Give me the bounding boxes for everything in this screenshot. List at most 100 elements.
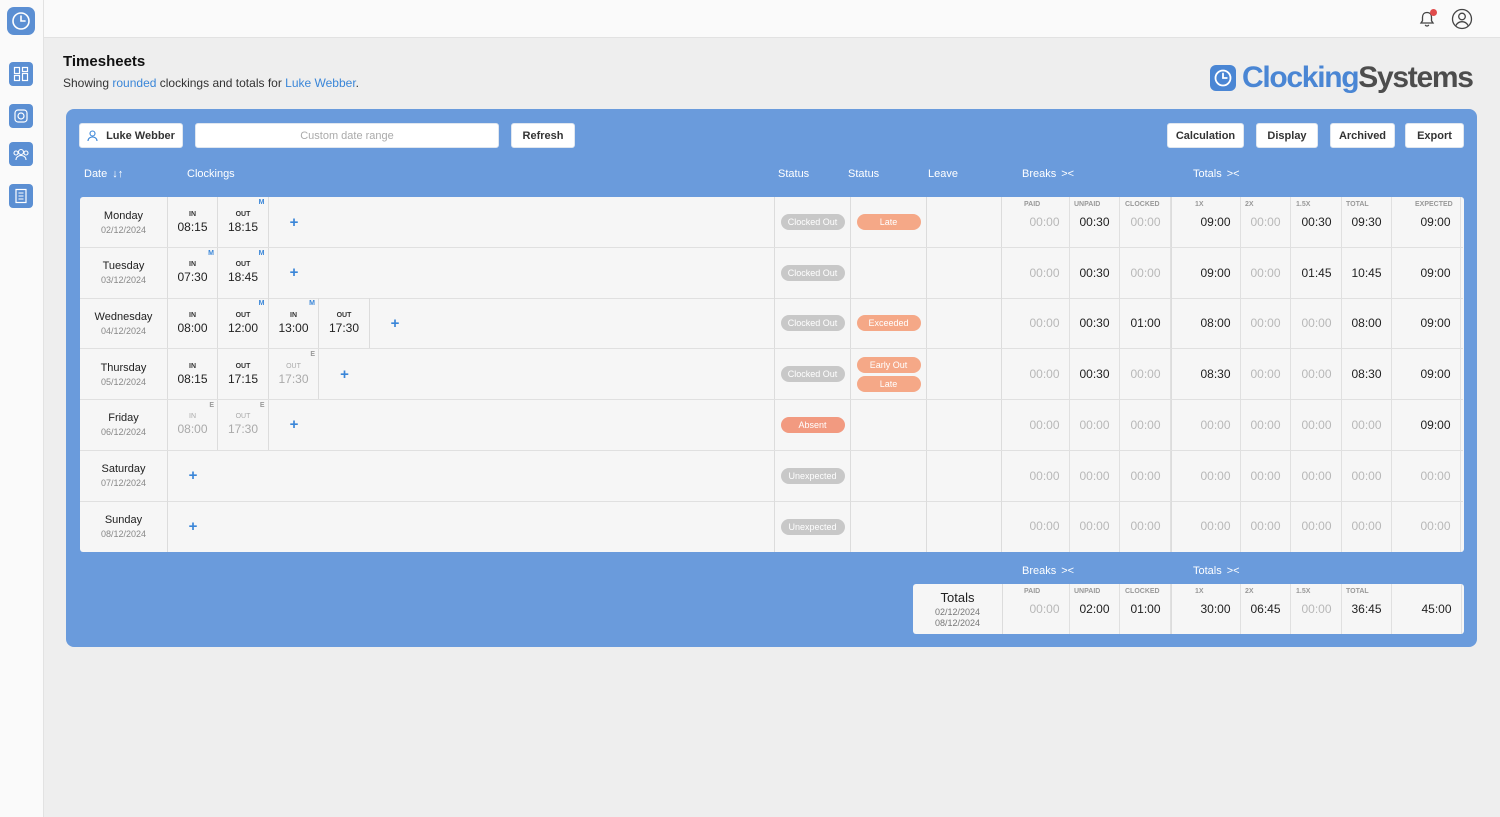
- date-column-header[interactable]: Date ↓↑: [84, 168, 123, 180]
- clocking-label: OUT: [235, 362, 251, 370]
- calculation-button[interactable]: Calculation: [1167, 123, 1244, 148]
- brand-name: ClockingSystems: [1242, 61, 1474, 95]
- clocking-label: OUT: [235, 413, 251, 421]
- display-button[interactable]: Display: [1256, 123, 1318, 148]
- timesheet-row: Friday 06/12/2024 IN 08:00 E OUT 17:30 E + Absent…: [80, 399, 1463, 451]
- leave-column-header: Leave: [928, 168, 958, 180]
- total-cell-value: 00:00: [1301, 519, 1332, 534]
- clocking-out-cell[interactable]: OUT 18:15 M: [219, 197, 269, 247]
- refresh-button[interactable]: Refresh: [511, 123, 575, 148]
- total-cell: 08:30: [1191, 349, 1241, 400]
- break-cell-value: 00:00: [1130, 367, 1161, 382]
- add-clocking-button[interactable]: +: [185, 451, 201, 501]
- clocking-in-cell[interactable]: IN 08:15: [168, 197, 218, 247]
- collapse-totals-icon[interactable]: ><: [1227, 168, 1240, 180]
- users-icon[interactable]: [9, 142, 33, 166]
- add-clocking-button[interactable]: +: [286, 248, 302, 298]
- total-cell: 00:00: [1241, 247, 1291, 298]
- notification-dot: [1430, 9, 1437, 16]
- total-cell: 08:00: [1191, 298, 1241, 349]
- break-cell-value: 00:00: [1130, 519, 1161, 534]
- top-bar: [44, 0, 1500, 38]
- status-cell: Clocked Out: [775, 349, 850, 399]
- summary-expected-cell: 45:00: [1412, 584, 1462, 634]
- day-cell: Monday 02/12/2024: [80, 197, 168, 247]
- break-cell-value: 00:30: [1079, 265, 1110, 280]
- bell-icon[interactable]: [1416, 8, 1438, 30]
- total-cell: 00:00: [1191, 501, 1241, 552]
- column-divider: [1171, 349, 1172, 400]
- collapse-breaks-icon[interactable]: ><: [1061, 168, 1074, 180]
- rounded-link[interactable]: rounded: [112, 76, 156, 90]
- clocking-out-cell[interactable]: OUT 12:00 M: [219, 298, 269, 349]
- clocking-flag: M: [258, 249, 265, 257]
- total-cell: 00:00: [1292, 399, 1342, 450]
- employee-selector[interactable]: Luke Webber: [79, 123, 183, 148]
- day-date: 08/12/2024: [100, 529, 147, 540]
- column-divider: [1001, 349, 1002, 400]
- clocking-in-cell[interactable]: IN 07:30 M: [168, 247, 218, 298]
- break-cell: 00:00: [1121, 450, 1171, 501]
- timesheet-row: Wednesday 04/12/2024 IN 08:00 OUT 12:00 M IN 13:…: [80, 298, 1463, 350]
- add-clocking-button[interactable]: +: [337, 349, 353, 399]
- clocking-out-cell[interactable]: OUT 17:30 E: [219, 399, 269, 450]
- break-cell-label: CLOCKED: [1125, 201, 1160, 208]
- clocking-in-cell[interactable]: IN 13:00 M: [269, 298, 319, 349]
- employee-link[interactable]: Luke Webber: [285, 76, 356, 90]
- break-cell-value: 00:00: [1029, 468, 1060, 483]
- break-cell-value: 00:30: [1079, 316, 1110, 331]
- total-cell-value: 00:00: [1250, 265, 1281, 280]
- status2-cell: Early Out Late: [851, 349, 926, 399]
- column-divider: [926, 298, 927, 349]
- add-clocking-button[interactable]: +: [286, 400, 302, 450]
- collapse-totals-icon[interactable]: ><: [1227, 565, 1240, 577]
- total-cell: 2X 00:00: [1241, 197, 1291, 247]
- total-cell-value: 00:00: [1250, 417, 1281, 432]
- add-clocking-button[interactable]: +: [286, 197, 302, 247]
- clocking-out-cell[interactable]: OUT 17:15: [219, 349, 269, 400]
- camera-icon[interactable]: [9, 104, 33, 128]
- export-button[interactable]: Export: [1405, 123, 1464, 148]
- totals-summary-header: Totals ><: [1193, 565, 1240, 577]
- archived-button[interactable]: Archived: [1330, 123, 1395, 148]
- clocking-label: OUT: [235, 261, 251, 269]
- dashboard-icon[interactable]: [9, 62, 33, 86]
- date-range-input[interactable]: Custom date range: [195, 123, 499, 148]
- status2-cell: Late: [851, 197, 926, 247]
- user-circle-icon[interactable]: [1451, 8, 1473, 30]
- clocking-in-cell[interactable]: IN 08:00: [168, 298, 218, 349]
- break-cell: 00:00: [1020, 501, 1070, 552]
- status-cell: Clocked Out: [775, 197, 850, 247]
- logo-clock-icon[interactable]: [7, 7, 35, 35]
- expected-cell-value: 09:00: [1420, 417, 1451, 432]
- reports-icon[interactable]: [9, 184, 33, 208]
- clocking-in-cell[interactable]: IN 08:15: [168, 349, 218, 400]
- expected-cell: 09:00: [1411, 247, 1461, 298]
- break-cell: 00:30: [1070, 298, 1120, 349]
- add-clocking-button[interactable]: +: [185, 501, 201, 552]
- day-date: 02/12/2024: [100, 224, 147, 235]
- totals-to-date: 08/12/2024: [934, 618, 981, 628]
- total-cell-value: 00:00: [1351, 417, 1382, 432]
- column-divider: [926, 450, 927, 501]
- status-badge: Clocked Out: [780, 214, 845, 230]
- clocking-out-cell[interactable]: OUT 18:45 M: [219, 247, 269, 298]
- total-cell: 00:00: [1342, 501, 1392, 552]
- clocking-time: 08:00: [177, 422, 208, 437]
- sort-arrows-icon[interactable]: ↓↑: [112, 168, 123, 180]
- add-clocking-button[interactable]: +: [387, 298, 403, 348]
- clocking-flag: E: [259, 401, 265, 409]
- clocking-time: 13:00: [278, 320, 309, 335]
- clocking-out-cell[interactable]: OUT 17:30 E: [269, 349, 319, 400]
- total-cell: 00:00: [1342, 399, 1392, 450]
- expected-cell-value: 09:00: [1420, 316, 1451, 331]
- date-header-label: Date: [84, 168, 108, 180]
- clocking-in-cell[interactable]: IN 08:00 E: [168, 399, 218, 450]
- subtitle-text: .: [355, 76, 359, 90]
- collapse-breaks-icon[interactable]: ><: [1061, 565, 1074, 577]
- clocking-out-cell[interactable]: OUT 17:30: [320, 298, 370, 349]
- status-cell: Unexpected: [775, 451, 850, 501]
- clocking-label: IN: [189, 311, 196, 319]
- break-cell-value: 00:00: [1029, 316, 1060, 331]
- clocking-time: 18:45: [227, 270, 259, 285]
